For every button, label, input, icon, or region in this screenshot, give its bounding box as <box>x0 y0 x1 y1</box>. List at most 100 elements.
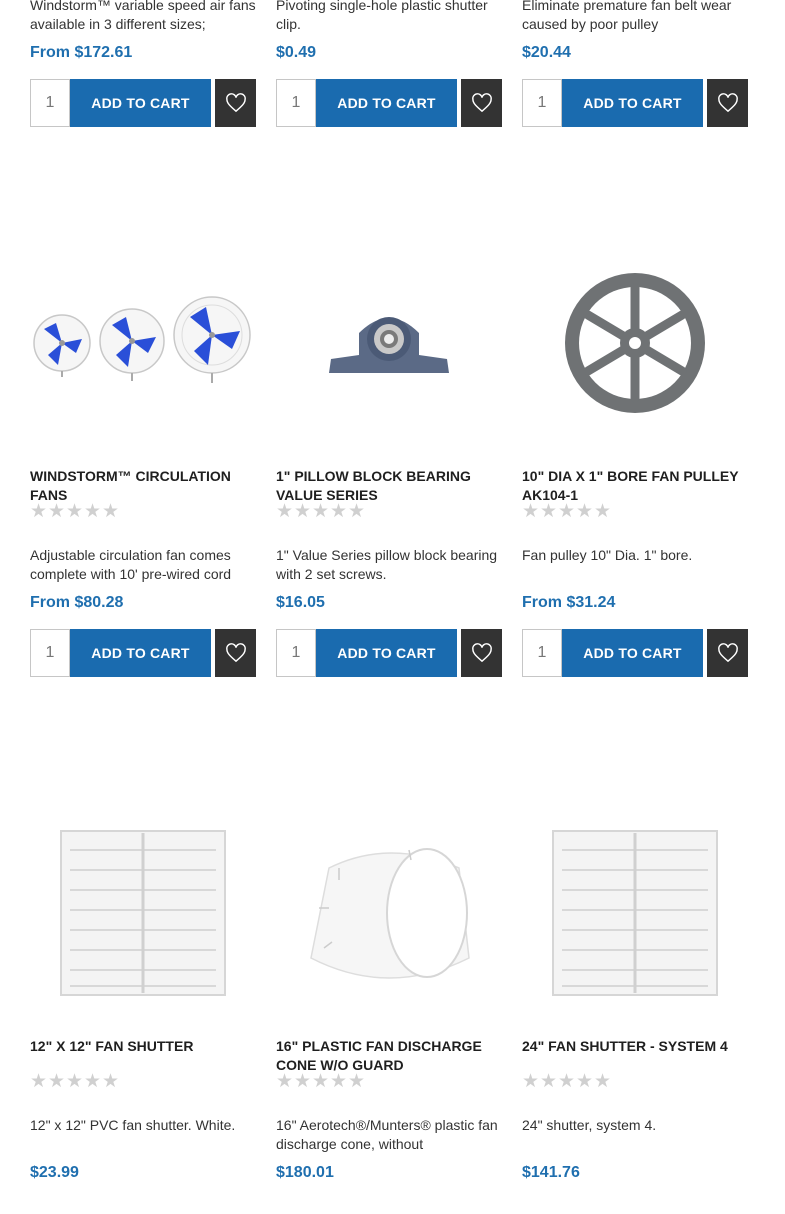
star-icon: ★ <box>330 501 348 522</box>
wishlist-button[interactable] <box>707 79 748 127</box>
star-icon: ★ <box>522 1071 540 1092</box>
rating-stars: ★ ★ ★ ★ ★ <box>522 1071 612 1093</box>
add-to-cart-button[interactable]: Add to Cart <box>562 79 703 127</box>
star-icon: ★ <box>540 1071 558 1092</box>
product-image[interactable] <box>522 800 748 1026</box>
heart-icon <box>471 93 492 113</box>
star-icon: ★ <box>102 1071 120 1092</box>
product-price: $141.76 <box>522 1164 580 1181</box>
product-description: 1" Value Series pillow block bearing wit… <box>276 547 498 582</box>
product-title[interactable]: 12" x 12" Fan Shutter <box>30 1037 256 1056</box>
star-icon: ★ <box>294 1071 312 1092</box>
product-actions: Add to Cart <box>276 79 502 127</box>
quantity-input[interactable] <box>522 79 562 127</box>
bearing-image <box>329 317 449 373</box>
product-actions: Add to Cart <box>30 629 256 677</box>
product-price: $20.44 <box>522 44 571 61</box>
add-to-cart-button[interactable]: Add to Cart <box>562 629 703 677</box>
rating-stars: ★ ★ ★ ★ ★ <box>276 1071 366 1093</box>
product-title[interactable]: Windstorm™ Circulation Fans <box>30 467 256 505</box>
heart-icon <box>225 643 246 663</box>
product-image[interactable] <box>276 800 502 1026</box>
star-icon: ★ <box>84 501 102 522</box>
star-icon: ★ <box>294 501 312 522</box>
product-description: 12" x 12" PVC fan shutter. White. <box>30 1117 236 1133</box>
product-title[interactable]: 24" Fan Shutter - System 4 <box>522 1037 748 1056</box>
star-icon: ★ <box>348 1071 366 1092</box>
product-price: From $80.28 <box>30 594 124 611</box>
rating-stars: ★ ★ ★ ★ ★ <box>276 501 366 523</box>
product-price: $23.99 <box>30 1164 79 1181</box>
rating-stars: ★ ★ ★ ★ ★ <box>30 1071 120 1093</box>
star-icon: ★ <box>276 501 294 522</box>
heart-icon <box>717 643 738 663</box>
add-to-cart-button[interactable]: Add to Cart <box>316 79 457 127</box>
add-to-cart-button[interactable]: Add to Cart <box>316 629 457 677</box>
product-description: 24" shutter, system 4. <box>522 1117 657 1133</box>
product-description: Adjustable circulation fan comes complet… <box>30 547 232 582</box>
star-icon: ★ <box>330 1071 348 1092</box>
star-icon: ★ <box>30 1071 48 1092</box>
heart-icon <box>471 643 492 663</box>
product-image[interactable] <box>30 800 256 1026</box>
product-actions: Add to Cart <box>522 629 748 677</box>
product-description: Pivoting single-hole plastic shutter cli… <box>276 0 488 32</box>
star-icon: ★ <box>30 501 48 522</box>
star-icon: ★ <box>594 1071 612 1092</box>
quantity-input[interactable] <box>276 79 316 127</box>
product-image[interactable] <box>522 230 748 456</box>
heart-icon <box>717 93 738 113</box>
product-description: Eliminate premature fan belt wear caused… <box>522 0 732 32</box>
product-price: $180.01 <box>276 1164 334 1181</box>
rating-stars: ★ ★ ★ ★ ★ <box>30 501 120 523</box>
star-icon: ★ <box>558 1071 576 1092</box>
quantity-input[interactable] <box>522 629 562 677</box>
wishlist-button[interactable] <box>215 629 256 677</box>
shutter-image <box>60 830 226 996</box>
wishlist-button[interactable] <box>461 79 502 127</box>
product-title[interactable]: 16" Plastic Fan Discharge Cone w/o Guard <box>276 1037 502 1075</box>
quantity-input[interactable] <box>30 629 70 677</box>
product-price: From $31.24 <box>522 594 616 611</box>
star-icon: ★ <box>276 1071 294 1092</box>
product-description: 16" Aerotech®/Munters® plastic fan disch… <box>276 1117 498 1152</box>
product-price: $0.49 <box>276 44 317 61</box>
star-icon: ★ <box>66 1071 84 1092</box>
star-icon: ★ <box>66 501 84 522</box>
product-actions: Add to Cart <box>276 629 502 677</box>
add-to-cart-button[interactable]: Add to Cart <box>70 629 211 677</box>
star-icon: ★ <box>102 501 120 522</box>
product-price: From $172.61 <box>30 44 133 61</box>
product-title[interactable]: 1" Pillow Block Bearing Value Series <box>276 467 502 505</box>
cone-image <box>310 848 470 979</box>
wishlist-button[interactable] <box>461 629 502 677</box>
star-icon: ★ <box>48 501 66 522</box>
pulley-image <box>565 273 705 413</box>
star-icon: ★ <box>540 501 558 522</box>
star-icon: ★ <box>48 1071 66 1092</box>
star-icon: ★ <box>312 1071 330 1092</box>
quantity-input[interactable] <box>276 629 316 677</box>
fans-image <box>33 296 251 383</box>
star-icon: ★ <box>84 1071 102 1092</box>
product-description: Fan pulley 10" Dia. 1" bore. <box>522 547 693 563</box>
shutter-image <box>552 830 718 996</box>
product-image[interactable] <box>30 230 256 456</box>
product-image[interactable] <box>276 230 502 456</box>
star-icon: ★ <box>558 501 576 522</box>
wishlist-button[interactable] <box>215 79 256 127</box>
add-to-cart-button[interactable]: Add to Cart <box>70 79 211 127</box>
product-description: Windstorm™ variable speed air fans avail… <box>30 0 256 32</box>
star-icon: ★ <box>522 501 540 522</box>
star-icon: ★ <box>576 501 594 522</box>
product-actions: Add to Cart <box>522 79 748 127</box>
star-icon: ★ <box>312 501 330 522</box>
wishlist-button[interactable] <box>707 629 748 677</box>
product-title[interactable]: 10" Dia x 1" Bore Fan Pulley AK104-1 <box>522 467 748 505</box>
product-actions: Add to Cart <box>30 79 256 127</box>
rating-stars: ★ ★ ★ ★ ★ <box>522 501 612 523</box>
star-icon: ★ <box>348 501 366 522</box>
star-icon: ★ <box>594 501 612 522</box>
quantity-input[interactable] <box>30 79 70 127</box>
star-icon: ★ <box>576 1071 594 1092</box>
